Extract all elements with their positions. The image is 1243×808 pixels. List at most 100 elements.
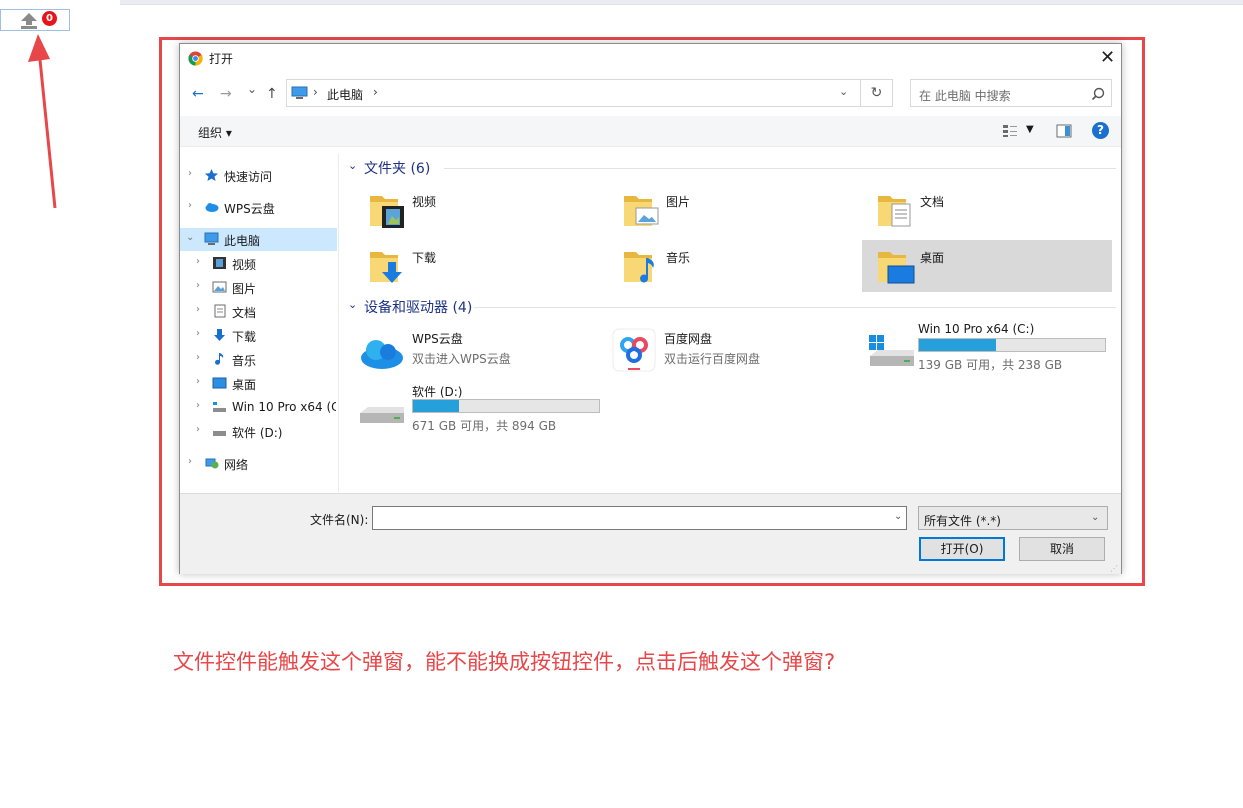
sidebar-item-pictures[interactable]: › 图片 (180, 276, 337, 299)
chevron-down-icon[interactable]: ⌄ (839, 85, 848, 98)
drive-name: 百度网盘 (664, 332, 713, 346)
folder-label: 桌面 (920, 251, 945, 265)
folder-label: 视频 (412, 195, 437, 209)
preview-pane-icon[interactable] (1056, 124, 1072, 138)
computer-icon (291, 86, 308, 99)
folder-pictures[interactable]: 图片 (616, 184, 866, 236)
search-icon[interactable] (1091, 87, 1105, 101)
chevron-right-icon[interactable]: › (196, 376, 200, 387)
music-icon (215, 353, 224, 365)
chevron-right-icon[interactable]: › (196, 256, 200, 267)
filename-label: 文件名(N): (310, 513, 369, 527)
usage-bar (918, 338, 1106, 352)
search-input[interactable]: 在 此电脑 中搜索 (910, 79, 1112, 107)
chevron-right-icon[interactable]: › (196, 400, 200, 411)
folder-downloads[interactable]: 下载 (362, 240, 612, 292)
search-placeholder: 在 此电脑 中搜索 (919, 89, 1011, 103)
view-options-icon[interactable] (1002, 124, 1018, 138)
sidebar-item-quick-access[interactable]: › 快速访问 (180, 164, 337, 187)
chevron-right-icon[interactable]: › (196, 304, 200, 315)
drive-d[interactable]: 软件 (D:) 671 GB 可用，共 894 GB (358, 379, 608, 445)
drive-name: 软件 (D:) (412, 385, 463, 399)
usage-bar (412, 399, 600, 413)
folder-label: 文档 (920, 195, 945, 209)
cloud-icon (205, 203, 219, 212)
chevron-right-icon[interactable]: › (188, 456, 192, 467)
back-button[interactable]: ← (192, 86, 204, 102)
video-folder-icon (370, 196, 404, 228)
folder-documents[interactable]: 文档 (870, 184, 1120, 236)
resize-grip-icon[interactable]: ⋰ (1110, 564, 1118, 573)
drive-baidu-netdisk[interactable]: 百度网盘 双击运行百度网盘 (612, 326, 862, 392)
filename-input[interactable] (372, 506, 907, 530)
sidebar-item-label: WPS云盘 (224, 202, 275, 216)
sidebar-item-network[interactable]: › 网络 (180, 452, 337, 475)
chevron-right-icon[interactable]: › (188, 200, 192, 211)
annotation-arrow (28, 34, 57, 209)
close-button[interactable]: ✕ (1100, 47, 1115, 68)
count-badge: 0 (42, 11, 57, 26)
sidebar-item-downloads[interactable]: › 下载 (180, 324, 337, 347)
sidebar-item-label: 下载 (232, 330, 257, 344)
sidebar-item-wps-cloud[interactable]: › WPS云盘 (180, 196, 337, 219)
drive-description: 双击运行百度网盘 (664, 352, 761, 366)
sidebar-item-this-pc[interactable]: ⌄ 此电脑 (180, 228, 337, 251)
drive-description: 双击进入WPS云盘 (412, 352, 511, 366)
network-icon (205, 458, 219, 469)
command-bar: 组织 ▾ ▼ ? (180, 116, 1121, 147)
chevron-down-icon[interactable]: ⌄ (348, 298, 357, 311)
sidebar-item-label: 此电脑 (224, 234, 261, 248)
file-type-select[interactable]: 所有文件 (*.*) ⌄ (918, 506, 1108, 530)
sidebar-item-music[interactable]: › 音乐 (180, 348, 337, 371)
file-type-value: 所有文件 (*.*) (924, 514, 1001, 528)
sidebar-item-documents[interactable]: › 文档 (180, 300, 337, 323)
forward-button[interactable]: → (220, 86, 232, 102)
chevron-right-icon[interactable]: › (196, 352, 200, 363)
folder-label: 音乐 (666, 251, 691, 265)
chevron-right-icon[interactable]: › (188, 168, 192, 179)
group-title: 文件夹 (6) (364, 161, 431, 177)
drives-group-header[interactable]: ⌄ 设备和驱动器 (4) (344, 297, 1116, 317)
navigation-bar: ← → ⌄ ↑ › 此电脑 › ⌄ ↻ 在 此电脑 中搜索 (180, 77, 1121, 111)
desktop-folder-icon (878, 252, 915, 284)
chevron-right-icon: › (313, 85, 318, 99)
sidebar-item-drive-d[interactable]: › 软件 (D:) (180, 420, 337, 443)
chevron-right-icon[interactable]: › (373, 85, 378, 99)
group-title: 设备和驱动器 (4) (364, 300, 473, 316)
chevron-right-icon[interactable]: › (196, 328, 200, 339)
folder-desktop[interactable]: 桌面 (862, 240, 1112, 292)
annotation-question: 文件控件能触发这个弹窗，能不能换成按钮控件，点击后触发这个弹窗? (173, 650, 836, 674)
up-button[interactable]: ↑ (266, 86, 278, 102)
chevron-right-icon[interactable]: › (196, 280, 200, 291)
refresh-button[interactable]: ↻ (861, 79, 893, 107)
sidebar-item-desktop[interactable]: › 桌面 (180, 372, 337, 395)
address-bar[interactable]: › 此电脑 › ⌄ (286, 79, 861, 107)
usage-bar-fill (413, 400, 460, 412)
cancel-button[interactable]: 取消 (1019, 537, 1105, 561)
caret-down-icon[interactable]: ▼ (1026, 124, 1034, 135)
folder-videos[interactable]: 视频 (362, 184, 612, 236)
content-pane: ⌄ 文件夹 (6) 视频 图片 文档 下载 音乐 桌面 ⌄ 设备和驱动器 (4)… (340, 154, 1120, 492)
title-bar: 打开 ✕ (180, 44, 1121, 72)
chevron-right-icon[interactable]: › (196, 424, 200, 435)
sidebar-item-label: 文档 (232, 306, 257, 320)
chevron-down-icon[interactable]: ⌄ (186, 232, 194, 243)
sidebar-item-label: 网络 (224, 458, 249, 472)
drive-c[interactable]: Win 10 Pro x64 (C:) 139 GB 可用，共 238 GB (866, 318, 1116, 384)
chevron-down-icon[interactable]: ⌄ (348, 159, 357, 172)
dialog-title: 打开 (209, 52, 234, 66)
help-icon[interactable]: ? (1092, 122, 1109, 139)
sidebar-item-drive-c[interactable]: › Win 10 Pro x64 (C:) (180, 396, 337, 419)
folder-label: 图片 (666, 195, 691, 209)
system-drive-icon (213, 402, 226, 412)
sidebar-item-videos[interactable]: › 视频 (180, 252, 337, 275)
sidebar-item-label: 图片 (232, 282, 257, 296)
drive-free-space: 139 GB 可用，共 238 GB (918, 358, 1063, 372)
chevron-down-icon[interactable]: ⌄ (894, 511, 902, 522)
recent-locations-button[interactable]: ⌄ (247, 82, 257, 96)
folders-group-header[interactable]: ⌄ 文件夹 (6) (344, 158, 1116, 178)
open-button[interactable]: 打开(O) (919, 537, 1005, 561)
address-path: 此电脑 (327, 88, 364, 102)
organize-button[interactable]: 组织 ▾ (198, 124, 232, 141)
folder-music[interactable]: 音乐 (616, 240, 866, 292)
